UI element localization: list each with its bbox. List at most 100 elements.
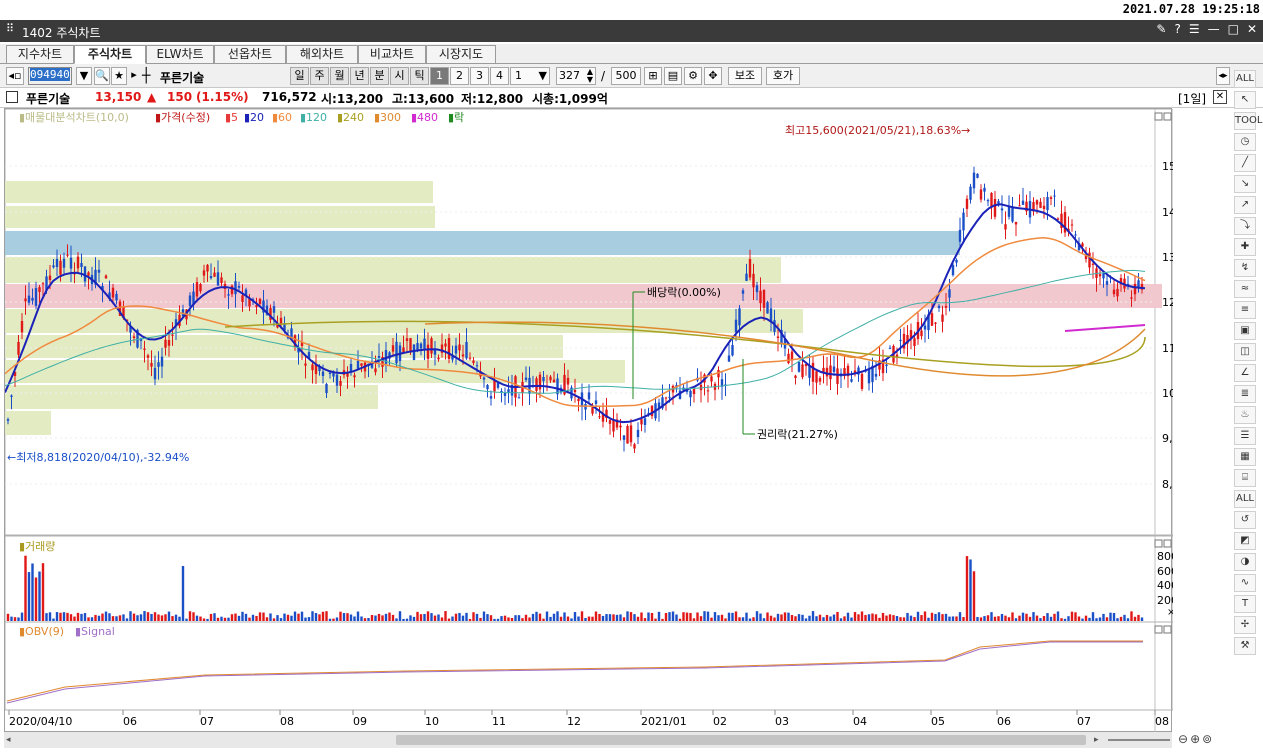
volume-bar-188 xyxy=(664,612,668,621)
candle-body-63 xyxy=(227,294,230,296)
drawing-tool-22[interactable]: ◩ xyxy=(1234,532,1256,550)
volume-bar-314 xyxy=(1105,617,1109,621)
drawing-tool-5[interactable]: ↘ xyxy=(1234,175,1256,193)
drawing-tool-14[interactable]: ∠ xyxy=(1234,364,1256,382)
compare-checkbox[interactable] xyxy=(6,91,18,103)
drawing-tool-23[interactable]: ◑ xyxy=(1234,553,1256,571)
drawing-tool-4[interactable]: ╱ xyxy=(1234,154,1256,172)
zoom-in-icon[interactable]: ⊕ xyxy=(1190,732,1202,746)
window-control-2[interactable]: ☰ xyxy=(1189,22,1200,36)
volume-bar-240 xyxy=(846,612,850,621)
panel-maximize-icon-1 xyxy=(1154,539,1163,548)
drawing-tool-9[interactable]: ↯ xyxy=(1234,259,1256,277)
drawing-tool-19[interactable]: ⌸ xyxy=(1234,469,1256,487)
volume-bar-27 xyxy=(101,613,104,621)
save-icon[interactable]: ▤ xyxy=(664,67,682,85)
interval-number-button-4[interactable]: 4 xyxy=(490,67,509,85)
drawing-tool-1[interactable]: ↖ xyxy=(1234,91,1256,109)
drawing-tool-11[interactable]: ≡ xyxy=(1234,301,1256,319)
period-button-0[interactable]: 일 xyxy=(290,67,309,85)
period-button-5[interactable]: 시 xyxy=(390,67,409,85)
candle-body-184 xyxy=(650,405,654,417)
volume-bar-81 xyxy=(290,615,293,621)
tab-4[interactable]: 해외차트 xyxy=(286,45,358,64)
scroll-thumb[interactable] xyxy=(396,735,1086,745)
period-button-2[interactable]: 월 xyxy=(330,67,349,85)
drawing-tool-20[interactable]: ALL xyxy=(1234,490,1256,508)
period-button-6[interactable]: 틱 xyxy=(410,67,429,85)
drawing-tool-7[interactable]: ⤵ xyxy=(1234,217,1256,235)
drawing-tool-16[interactable]: ♨ xyxy=(1234,406,1256,424)
toggle-panel-button[interactable]: ◂▫ xyxy=(6,67,24,85)
drawing-tool-17[interactable]: ☰ xyxy=(1234,427,1256,445)
drawing-tool-3[interactable]: ◷ xyxy=(1234,133,1256,151)
scroll-left-icon[interactable]: ◂ xyxy=(6,735,11,745)
date-axis-label-9: 02 xyxy=(713,715,727,728)
drawing-tool-27[interactable]: ⚒ xyxy=(1234,637,1256,655)
volume-bar-20 xyxy=(76,612,80,621)
window-control-3[interactable]: — xyxy=(1208,22,1220,36)
obv-panel-title: ▮OBV(9) xyxy=(19,625,64,638)
drawing-tool-13[interactable]: ◫ xyxy=(1234,343,1256,361)
candle-body-67 xyxy=(241,295,244,302)
scroll-right-icon[interactable]: ▸ xyxy=(1094,735,1099,745)
tab-6[interactable]: 시장지도 xyxy=(426,45,496,64)
window-control-0[interactable]: ✎ xyxy=(1156,22,1166,36)
candle-body-289 xyxy=(1018,205,1021,207)
drawing-tool-12[interactable]: ▣ xyxy=(1234,322,1256,340)
drawing-tool-25[interactable]: T xyxy=(1234,595,1256,613)
tab-0[interactable]: 지수차트 xyxy=(6,45,74,64)
period-button-4[interactable]: 분 xyxy=(370,67,389,85)
candle-body-264 xyxy=(930,313,934,326)
interval-number-button-3[interactable]: 3 xyxy=(470,67,489,85)
zoom-reset-icon[interactable]: ⊚ xyxy=(1202,732,1214,746)
search-icon[interactable]: 🔍 xyxy=(94,67,110,85)
interval-number-button-2[interactable]: 2 xyxy=(450,67,469,85)
bar-count-stepper[interactable]: 327 ▲ ▼ xyxy=(556,67,596,85)
stock-code-input[interactable]: 094940 xyxy=(28,67,72,85)
drawing-tool-8[interactable]: ✚ xyxy=(1234,238,1256,256)
drawing-tool-26[interactable]: ✢ xyxy=(1234,616,1256,634)
interval-number-button-1[interactable]: 1 xyxy=(430,67,449,85)
zoom-slider[interactable] xyxy=(1108,739,1170,741)
order-book-button[interactable]: 호가 xyxy=(766,67,800,85)
tab-5[interactable]: 비교차트 xyxy=(358,45,426,64)
code-dropdown-icon[interactable]: ▼ xyxy=(76,67,92,85)
tab-1[interactable]: 주식차트 xyxy=(74,45,146,64)
menu-arrow-icon[interactable]: ▸ xyxy=(128,67,140,85)
settings-gear-icon[interactable]: ⚙ xyxy=(684,67,702,85)
move-icon[interactable]: ✥ xyxy=(704,67,722,85)
total-count-field[interactable]: 500 xyxy=(611,67,641,85)
candle-body-210 xyxy=(741,290,745,294)
collapse-toolbar-icon[interactable]: ◂▸ xyxy=(1216,67,1230,85)
close-icon[interactable]: ✕ xyxy=(1213,90,1227,104)
volume-bar-169 xyxy=(598,613,601,621)
drawing-tool-0[interactable]: ALL xyxy=(1234,70,1256,88)
volume-bar-104 xyxy=(370,614,374,621)
drawing-tool-15[interactable]: ≣ xyxy=(1234,385,1256,403)
drawing-tool-2[interactable]: TOOL xyxy=(1234,112,1262,130)
window-control-4[interactable]: □ xyxy=(1228,22,1239,36)
tab-3[interactable]: 선옵차트 xyxy=(214,45,286,64)
zoom-out-icon[interactable]: ⊖ xyxy=(1178,732,1190,746)
period-button-3[interactable]: 년 xyxy=(350,67,369,85)
chevron-down-icon: ▼ xyxy=(538,69,547,82)
window-control-5[interactable]: ✕ xyxy=(1247,22,1257,36)
crosshair-icon[interactable]: ┼ xyxy=(142,68,150,84)
period-button-1[interactable]: 주 xyxy=(310,67,329,85)
drawing-tool-18[interactable]: ▦ xyxy=(1234,448,1256,466)
drawing-tool-6[interactable]: ↗ xyxy=(1234,196,1256,214)
tab-2[interactable]: ELW차트 xyxy=(146,45,214,64)
drawing-tool-21[interactable]: ↺ xyxy=(1234,511,1256,529)
chart-scrollbar[interactable]: ◂ ▸ xyxy=(4,732,1172,748)
window-control-1[interactable]: ? xyxy=(1174,22,1180,36)
volume-bar-265 xyxy=(934,613,937,621)
drawing-tool-24[interactable]: ∿ xyxy=(1234,574,1256,592)
candle-body-59 xyxy=(213,272,216,277)
interval-select[interactable]: 1 ▼ xyxy=(510,67,550,85)
drawing-tool-10[interactable]: ≈ xyxy=(1234,280,1256,298)
favorite-star-icon[interactable]: ★ xyxy=(111,67,127,85)
add-window-icon[interactable]: ⊞ xyxy=(644,67,662,85)
chart-area[interactable]: 15,000 14,000 13,000 12,000 11,000 10,000 9,00… xyxy=(4,108,1173,733)
aux-indicator-button[interactable]: 보조 xyxy=(728,67,762,85)
